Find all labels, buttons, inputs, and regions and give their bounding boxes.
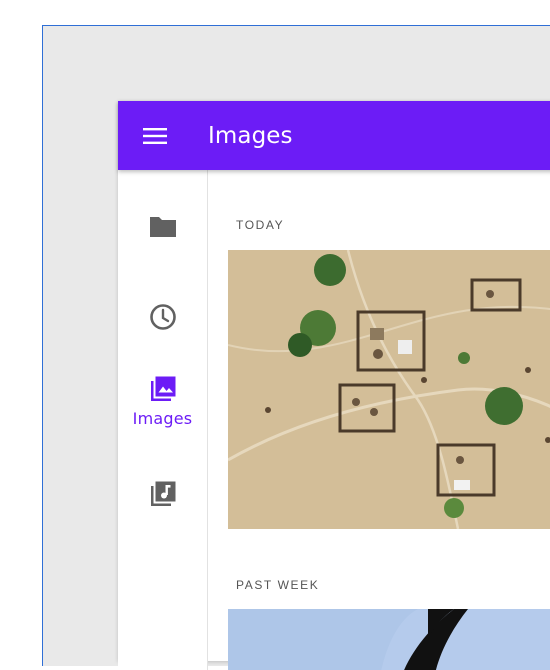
aerial-village-photo[interactable] [228,250,550,529]
rail-item-folder[interactable] [118,214,207,238]
top-app-bar: Images [118,101,550,170]
app-window: Images Images TODAY PAST WEEK [118,101,550,670]
rail-item-music[interactable] [118,480,207,508]
menu-icon [143,128,167,144]
rail-item-images[interactable]: Images [118,375,207,428]
clock-icon [149,304,176,330]
image-library-icon [150,376,175,401]
menu-button[interactable] [143,118,183,154]
rail-item-recent[interactable] [118,303,207,331]
folder-icon [149,217,176,237]
section-header-past-week: PAST WEEK [236,578,320,592]
image-gallery: TODAY PAST WEEK [208,170,550,670]
rail-item-images-label: Images [132,409,193,428]
music-library-icon [150,481,175,506]
section-header-today: TODAY [236,218,285,232]
app-title: Images [208,123,293,149]
sky-silhouette-photo[interactable] [228,609,550,670]
navigation-rail: Images [118,170,208,670]
